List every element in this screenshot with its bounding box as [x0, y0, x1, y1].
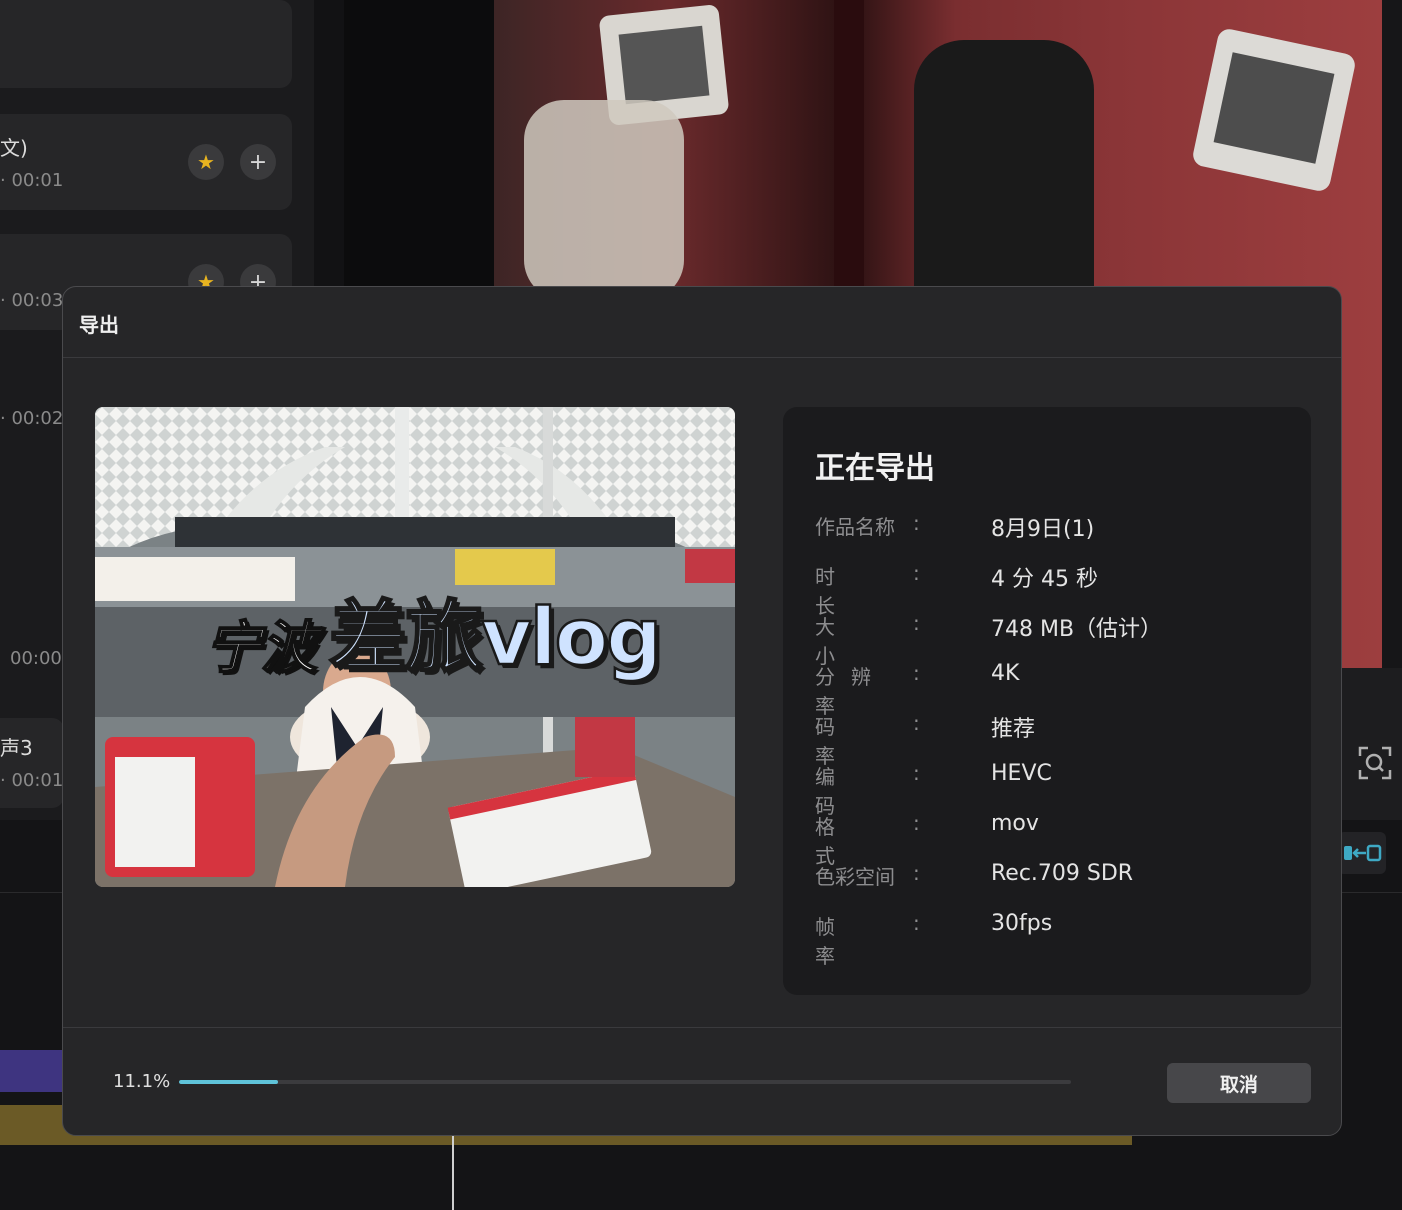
media-card[interactable]: 声3 · 00:01 [0, 718, 64, 808]
media-duration: · 00:01 [0, 170, 64, 191]
timeline-link-icon[interactable] [1338, 832, 1386, 874]
star-icon[interactable]: ★ [188, 144, 224, 180]
info-row-colorspace: 色彩空间: Rec.709 SDR [815, 861, 1285, 891]
info-label: 作品名称: [815, 511, 920, 539]
media-duration: 00:00 [10, 648, 62, 669]
info-row-codec: 编码: HEVC [815, 761, 1285, 818]
export-status-heading: 正在导出 [815, 451, 935, 486]
progress-percent: 11.1% [113, 1071, 171, 1092]
media-duration: · 00:02 [0, 408, 64, 429]
progress-fill [179, 1080, 278, 1084]
info-value: HEVC [991, 761, 1052, 786]
caption-vlog: 差旅vlog [328, 593, 664, 683]
info-row-name: 作品名称: 8月9日(1) [815, 511, 1285, 542]
info-value: mov [991, 811, 1039, 836]
divider [63, 1027, 1341, 1028]
export-dialog: 导出 宁波 差旅vlog 正在导出 作品名称: 8月9日(1) 时长: 4 … [62, 286, 1342, 1136]
media-card[interactable] [0, 0, 292, 88]
playhead[interactable] [452, 1135, 454, 1210]
cancel-button[interactable]: 取消 [1167, 1063, 1311, 1103]
export-preview: 宁波 差旅vlog [95, 407, 735, 887]
info-value: 748 MB（估计） [991, 617, 1163, 642]
media-card[interactable]: 文) · 00:01 ★ + [0, 114, 292, 210]
info-row-bitrate: 码率: 推荐 [815, 711, 1285, 768]
fullscreen-scan-icon[interactable] [1358, 746, 1392, 780]
timeline-clip[interactable] [0, 1050, 70, 1092]
info-value: 推荐 [991, 717, 1036, 742]
info-value: 8月9日(1) [991, 517, 1095, 542]
caption-city: 宁波 [204, 616, 318, 681]
info-value: 4 分 45 秒 [991, 567, 1098, 592]
info-row-format: 格式: mov [815, 811, 1285, 868]
media-duration: · 00:01 [0, 770, 64, 791]
preview-caption: 宁波 差旅vlog [204, 593, 664, 683]
info-value: 30fps [991, 911, 1053, 936]
info-row-duration: 时长: 4 分 45 秒 [815, 561, 1285, 618]
info-value: Rec.709 SDR [991, 861, 1134, 886]
info-row-framerate: 帧率: 30fps [815, 911, 1285, 968]
divider [63, 357, 1341, 358]
progress-bar [179, 1080, 1071, 1084]
plus-icon[interactable]: + [240, 144, 276, 180]
info-value: 4K [991, 661, 1020, 686]
media-title: 文) [0, 136, 28, 160]
export-info-panel: 正在导出 作品名称: 8月9日(1) 时长: 4 分 45 秒 大小: 748 … [783, 407, 1311, 995]
right-strip [1382, 0, 1402, 668]
media-duration: · 00:03 [0, 290, 64, 311]
info-row-size: 大小: 748 MB（估计） [815, 611, 1285, 668]
info-row-resolution: 分辨率: 4K [815, 661, 1285, 718]
dialog-title: 导出 [79, 313, 119, 337]
info-label: 帧率: [815, 911, 920, 968]
media-title: 声3 [0, 736, 33, 760]
info-label: 色彩空间: [815, 861, 920, 889]
